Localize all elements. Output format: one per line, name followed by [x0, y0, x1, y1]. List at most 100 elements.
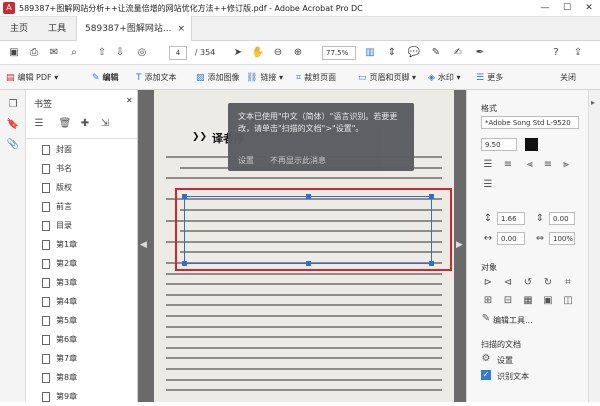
bookmark-item[interactable]: 封面: [26, 140, 138, 159]
replace-image-icon[interactable]: ▣: [541, 294, 555, 308]
maximize-button[interactable]: ☐: [556, 0, 578, 16]
resize-handle[interactable]: [429, 194, 434, 199]
edit-button[interactable]: ✎ 编辑: [92, 69, 119, 86]
resize-handle[interactable]: [182, 194, 187, 199]
save-icon[interactable]: ▣: [6, 45, 22, 61]
numbered-list-icon[interactable]: ≡: [501, 158, 515, 172]
font-size-select[interactable]: 9.50: [481, 138, 517, 151]
resize-handle[interactable]: [429, 261, 434, 266]
align-left-icon[interactable]: ⫷: [523, 158, 537, 172]
bookmark-item[interactable]: 第1章: [26, 235, 138, 254]
hand-icon[interactable]: ✋: [250, 45, 266, 61]
bookmark-item[interactable]: 第4章: [26, 292, 138, 311]
close-window-button[interactable]: ✕: [578, 0, 600, 16]
fill-sign-icon[interactable]: ✒: [472, 45, 488, 61]
page-up-icon[interactable]: ⇧: [94, 45, 110, 61]
distribute-icon[interactable]: ⊟: [501, 294, 515, 308]
link-button[interactable]: ⛓ 链接 ▾: [246, 69, 283, 86]
help-icon[interactable]: ?: [548, 45, 564, 61]
page-down-icon[interactable]: ⇩: [112, 45, 128, 61]
page-number-input[interactable]: 4: [169, 46, 187, 60]
comment-icon[interactable]: 💬: [406, 45, 422, 61]
draw-icon[interactable]: ✍: [450, 45, 466, 61]
arrange-icon[interactable]: ▦: [521, 294, 535, 308]
char-spacing-input[interactable]: 0.00: [497, 232, 525, 245]
bookmark-item[interactable]: 版权: [26, 178, 138, 197]
scroll-mode-icon[interactable]: ⇕: [384, 45, 400, 61]
ocr-dismiss-link[interactable]: 不再显示此消息: [270, 155, 326, 166]
expand-bookmark-icon[interactable]: ⇲: [98, 117, 112, 131]
flip-vertical-icon[interactable]: ⊳: [481, 276, 495, 290]
resize-handle[interactable]: [306, 194, 311, 199]
zoom-out-icon[interactable]: ⊖: [270, 45, 286, 61]
ocr-settings-link[interactable]: 设置: [238, 155, 254, 166]
bookmark-item[interactable]: 目录: [26, 216, 138, 235]
bookmark-item[interactable]: 前言: [26, 197, 138, 216]
close-panel-icon[interactable]: ✕: [126, 96, 133, 105]
bullet-list-icon[interactable]: ☰: [481, 158, 495, 172]
bookmark-item[interactable]: 第6章: [26, 330, 138, 349]
new-bookmark-icon[interactable]: ✚: [78, 117, 92, 131]
bookmark-item[interactable]: 第2章: [26, 254, 138, 273]
align-right-icon[interactable]: ⫸: [559, 158, 573, 172]
tab-home[interactable]: 主页: [0, 17, 38, 41]
resize-handle[interactable]: [306, 261, 311, 266]
prev-page-arrow-icon[interactable]: ◀: [140, 240, 150, 254]
text-selection-box[interactable]: [182, 194, 434, 266]
email-icon[interactable]: ✉: [46, 45, 62, 61]
more-button[interactable]: ☰ 更多: [476, 69, 503, 86]
font-family-select[interactable]: *Adobe Song Std L-9520: [481, 116, 579, 129]
add-image-button[interactable]: ▨ 添加图像: [196, 69, 240, 86]
rotate-left-icon[interactable]: ↺: [521, 276, 535, 290]
edit-pdf-menu[interactable]: ▤ 编辑 PDF ▾: [6, 69, 58, 86]
crop-button[interactable]: ⌗ 裁剪页面: [296, 69, 336, 86]
resize-handle[interactable]: [182, 261, 187, 266]
next-page-arrow-icon[interactable]: ▶: [456, 240, 466, 254]
font-color-swatch[interactable]: [525, 138, 538, 151]
recognize-text-checkbox[interactable]: ✓: [481, 370, 491, 380]
select-arrow-icon[interactable]: ➤: [230, 45, 246, 61]
zoom-select[interactable]: 77.5%: [322, 46, 356, 60]
print-icon[interactable]: ⎙: [26, 45, 42, 61]
bookmark-item[interactable]: 第9章: [26, 387, 138, 406]
bookmark-icon[interactable]: 🔖: [6, 118, 20, 132]
header-footer-button[interactable]: ▭ 页眉和页脚 ▾: [358, 69, 416, 86]
bookmark-page-icon: [42, 258, 50, 269]
page-thumbnails-icon[interactable]: ❐: [6, 98, 20, 112]
horizontal-scale-input[interactable]: 100%: [549, 232, 575, 245]
line-spacing-input[interactable]: 1.66: [497, 212, 525, 225]
share-icon[interactable]: ⇪: [570, 45, 586, 61]
scanned-settings-button[interactable]: 设置: [497, 355, 513, 366]
watermark-button[interactable]: ◈ 水印 ▾: [428, 69, 460, 86]
tab-document[interactable]: 589387+图解网站... ×: [76, 16, 193, 41]
collapse-panel-icon[interactable]: ▸: [591, 98, 595, 107]
close-tab-button[interactable]: ×: [178, 17, 186, 41]
fit-page-icon[interactable]: ▥: [362, 45, 378, 61]
group-icon[interactable]: ◫: [561, 294, 575, 308]
align-center-icon[interactable]: ≡: [541, 158, 555, 172]
navigate-icon[interactable]: ◎: [132, 45, 152, 61]
bookmark-item[interactable]: 书名: [26, 159, 138, 178]
edit-tools-link[interactable]: 编辑工具...: [493, 315, 533, 326]
add-text-button[interactable]: T 添加文本: [136, 69, 177, 86]
crop-image-icon[interactable]: ⌗: [561, 276, 575, 290]
justify-icon[interactable]: ☰: [481, 178, 495, 192]
bookmark-item[interactable]: 第7章: [26, 349, 138, 368]
zoom-in-icon[interactable]: ⊕: [290, 45, 306, 61]
delete-bookmark-icon[interactable]: 🗑: [58, 117, 72, 131]
bookmark-options-icon[interactable]: ☰: [32, 117, 46, 131]
align-objects-icon[interactable]: ⊞: [481, 294, 495, 308]
gear-icon[interactable]: ⚙: [479, 352, 493, 366]
highlight-icon[interactable]: ✎: [428, 45, 444, 61]
rotate-right-icon[interactable]: ↻: [541, 276, 555, 290]
close-edit-button[interactable]: 关闭: [560, 69, 576, 86]
bookmark-item[interactable]: 第5章: [26, 311, 138, 330]
flip-horizontal-icon[interactable]: ⊲: [501, 276, 515, 290]
search-icon[interactable]: ⌕: [66, 45, 82, 61]
bookmark-item[interactable]: 第8章: [26, 368, 138, 387]
attachment-icon[interactable]: 📎: [6, 138, 20, 152]
paragraph-spacing-input[interactable]: 0.00: [549, 212, 575, 225]
tab-tools[interactable]: 工具: [38, 17, 76, 41]
bookmark-item[interactable]: 第3章: [26, 273, 138, 292]
minimize-button[interactable]: —: [534, 0, 556, 16]
